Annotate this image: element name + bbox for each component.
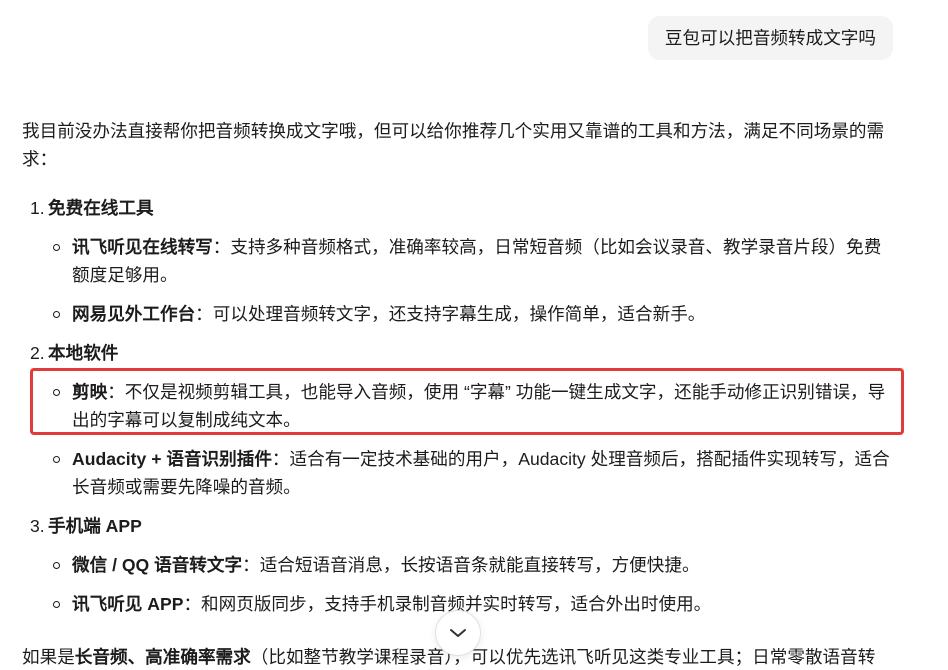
list-section: 1. 免费在线工具 讯飞听见在线转写：支持多种音频格式，准确率较高，日常短音频（… <box>22 194 895 328</box>
tool-sublist: 讯飞听见在线转写：支持多种音频格式，准确率较高，日常短音频（比如会议录音、教学录… <box>48 233 895 328</box>
closing-emphasis: 长音频、高准确率需求 <box>74 647 251 667</box>
bullet-marker <box>53 243 60 251</box>
tool-item: 网易见外工作台：可以处理音频转文字，还支持字幕生成，操作简单，适合新手。 <box>48 300 895 328</box>
section-title: 手机端 APP <box>48 516 142 536</box>
tool-description: ：适合短语音消息，长按语音条就能直接转写，方便快捷。 <box>242 555 700 575</box>
tool-name: 讯飞听见在线转写 <box>72 237 213 257</box>
tool-item: 微信 / QQ 语音转文字：适合短语音消息，长按语音条就能直接转写，方便快捷。 <box>48 551 895 579</box>
closing-prefix: 如果是 <box>22 647 75 667</box>
section-title: 本地软件 <box>48 343 119 363</box>
scroll-to-bottom-button[interactable] <box>435 610 481 656</box>
tool-item: 剪映：不仅是视频剪辑工具，也能导入音频，使用 “字幕” 功能一键生成文字，还能手… <box>30 368 904 435</box>
tool-sublist: 微信 / QQ 语音转文字：适合短语音消息，长按语音条就能直接转写，方便快捷。 … <box>48 551 895 618</box>
user-message-bubble: 豆包可以把音频转成文字吗 <box>647 16 893 60</box>
tool-list: 1. 免费在线工具 讯飞听见在线转写：支持多种音频格式，准确率较高，日常短音频（… <box>22 194 904 618</box>
bullet-marker <box>53 561 60 569</box>
tool-name: Audacity + 语音识别插件 <box>72 449 272 469</box>
bullet-marker <box>53 388 60 396</box>
tool-name: 剪映 <box>72 382 108 402</box>
tool-item: 讯飞听见在线转写：支持多种音频格式，准确率较高，日常短音频（比如会议录音、教学录… <box>48 233 895 289</box>
bullet-marker <box>53 455 60 463</box>
chevron-down-icon <box>449 628 467 638</box>
bullet-marker <box>53 600 60 608</box>
tool-description: ：可以处理音频转文字，还支持字幕生成，操作简单，适合新手。 <box>195 304 706 324</box>
assistant-message: 我目前没办法直接帮你把音频转换成文字哦，但可以给你推荐几个实用又靠谱的工具和方法… <box>22 117 904 670</box>
tool-name: 网易见外工作台 <box>72 304 196 324</box>
section-number: 1. <box>30 198 45 218</box>
tool-name: 讯飞听见 APP <box>72 594 184 614</box>
tool-description: ：不仅是视频剪辑工具，也能导入音频，使用 “字幕” 功能一键生成文字，还能手动修… <box>72 382 886 430</box>
list-section: 2. 本地软件 剪映：不仅是视频剪辑工具，也能导入音频，使用 “字幕” 功能一键… <box>22 339 904 501</box>
intro-paragraph: 我目前没办法直接帮你把音频转换成文字哦，但可以给你推荐几个实用又靠谱的工具和方法… <box>22 121 885 169</box>
list-section: 3. 手机端 APP 微信 / QQ 语音转文字：适合短语音消息，长按语音条就能… <box>22 512 895 618</box>
tool-description: ：和网页版同步，支持手机录制音频并实时转写，适合外出时使用。 <box>183 594 712 614</box>
closing-rest: （比如整节教学课程录音），可以优先选讯飞听见这类专业工具；日常零散语音转 <box>250 647 876 667</box>
tool-name: 微信 / QQ 语音转文字 <box>72 555 243 575</box>
section-number: 2. <box>30 343 45 363</box>
section-number: 3. <box>30 516 45 536</box>
section-title: 免费在线工具 <box>48 198 154 218</box>
tool-item: Audacity + 语音识别插件：适合有一定技术基础的用户，Audacity … <box>48 445 895 501</box>
tool-sublist: 剪映：不仅是视频剪辑工具，也能导入音频，使用 “字幕” 功能一键生成文字，还能手… <box>30 368 904 501</box>
bullet-marker <box>53 310 60 318</box>
